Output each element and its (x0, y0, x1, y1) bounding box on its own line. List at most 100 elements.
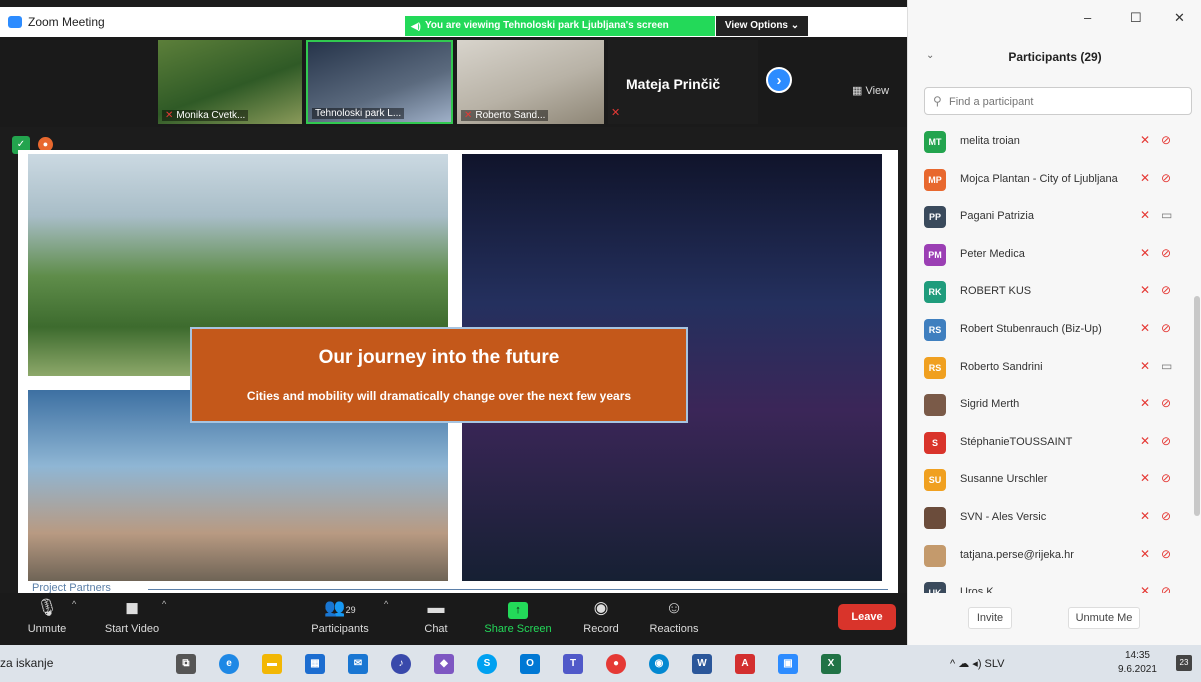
video-off-icon[interactable]: ⊘ (1161, 171, 1171, 185)
chevron-up-icon[interactable]: ^ (950, 658, 955, 670)
video-on-icon[interactable]: ▭ (1161, 359, 1172, 373)
participant-row[interactable]: tatjana.perse@rijeka.hr ✕ ⊘ (908, 537, 1192, 574)
chevron-up-icon[interactable]: ^ (72, 599, 76, 609)
participant-row[interactable]: PP Pagani Patrizia ✕ ▭ (908, 198, 1192, 235)
grid-icon: ▦ (852, 85, 863, 97)
app-icon[interactable]: ◆ (434, 654, 454, 674)
record-button[interactable]: ◉ Record (578, 593, 624, 645)
reactions-button[interactable]: ☺ Reactions (646, 593, 702, 645)
participant-row[interactable]: RS Roberto Sandrini ✕ ▭ (908, 349, 1192, 386)
avatar: SU (924, 469, 946, 492)
participant-row[interactable]: RS Robert Stubenrauch (Biz-Up) ✕ ⊘ (908, 311, 1192, 348)
clock[interactable]: 14:35 9.6.2021 (1118, 649, 1157, 677)
leave-button[interactable]: Leave (838, 604, 896, 630)
excel-icon[interactable]: X (821, 654, 841, 674)
video-off-icon[interactable]: ⊘ (1161, 246, 1171, 260)
video-off-icon[interactable]: ⊘ (1161, 133, 1171, 147)
participant-row[interactable]: MP Mojca Plantan - City of Ljubljana ✕ ⊘ (908, 161, 1192, 198)
video-off-icon[interactable]: ⊘ (1161, 283, 1171, 297)
media-icon[interactable]: ♪ (391, 654, 411, 674)
mic-muted-icon[interactable]: ✕ (1140, 171, 1150, 185)
taskbar-search[interactable]: za iskanje (0, 656, 53, 670)
skype-icon[interactable]: S (477, 654, 497, 674)
video-tile-no-video[interactable]: Mateja Prinčič ✕ (608, 40, 758, 124)
participant-search-input[interactable] (949, 92, 1184, 112)
tile-big-name: Mateja Prinčič (626, 76, 721, 92)
mic-muted-icon[interactable]: ✕ (1140, 133, 1150, 147)
participants-button[interactable]: 👥29 Participants ^ (306, 593, 388, 645)
participant-row[interactable]: UK Uros K ✕ ⊘ (908, 574, 1192, 593)
acrobat-icon[interactable]: A (735, 654, 755, 674)
notification-center-icon[interactable]: 23 (1176, 655, 1192, 671)
zoom-logo-icon (8, 16, 22, 28)
mic-muted-icon[interactable]: ✕ (1140, 246, 1150, 260)
video-off-icon[interactable]: ⊘ (1161, 509, 1171, 523)
mic-muted-icon[interactable]: ✕ (1140, 547, 1150, 561)
mic-muted-icon[interactable]: ✕ (1140, 396, 1150, 410)
video-tile[interactable]: ✕ Monika Cvetk... (158, 40, 302, 124)
mic-muted-icon[interactable]: ✕ (1140, 584, 1150, 593)
app-icon[interactable]: ◉ (649, 654, 669, 674)
mail-icon[interactable]: ✉ (348, 654, 368, 674)
windows-taskbar: za iskanje ⧉ e ▬ ▦ ✉ ♪ ◆ S O T ● ◉ W A ▣… (0, 645, 1201, 682)
participant-search[interactable]: ⚲ (924, 87, 1192, 115)
next-page-button[interactable]: › (766, 67, 792, 93)
mic-muted-icon[interactable]: ✕ (1140, 359, 1150, 373)
participant-name: Robert Stubenrauch (Biz-Up) (960, 323, 1102, 335)
video-off-icon[interactable]: ⊘ (1161, 434, 1171, 448)
volume-icon[interactable]: ◂) (972, 658, 981, 670)
chevron-up-icon[interactable]: ^ (162, 599, 166, 609)
participant-row[interactable]: SU Susanne Urschler ✕ ⊘ (908, 461, 1192, 498)
tile-name-label: ✕ Monika Cvetk... (162, 110, 249, 121)
video-off-icon[interactable]: ⊘ (1161, 547, 1171, 561)
video-off-icon[interactable]: ⊘ (1161, 321, 1171, 335)
network-icon[interactable]: ☁ (958, 658, 969, 670)
view-options-button[interactable]: View Options ⌄ (716, 16, 808, 36)
video-off-icon[interactable]: ⊘ (1161, 396, 1171, 410)
mic-muted-icon[interactable]: ✕ (1140, 471, 1150, 485)
start-video-button[interactable]: ◼ Start Video ^ (100, 593, 166, 645)
language-indicator[interactable]: SLV (985, 658, 1005, 670)
chat-button[interactable]: ▬ Chat (418, 593, 454, 645)
video-off-icon[interactable]: ⊘ (1161, 584, 1171, 593)
mic-muted-icon[interactable]: ✕ (1140, 321, 1150, 335)
mic-muted-icon[interactable]: ✕ (1140, 509, 1150, 523)
participant-row[interactable]: Sigrid Merth ✕ ⊘ (908, 386, 1192, 423)
system-tray[interactable]: ^ ☁ ◂) SLV (950, 657, 1005, 670)
video-tile[interactable]: ✕ Roberto Sand... (457, 40, 604, 124)
task-view-icon[interactable]: ⧉ (176, 654, 196, 674)
close-button[interactable]: ✕ (1174, 10, 1185, 26)
video-tile-active-speaker[interactable]: Tehnoloski park L... (306, 40, 453, 124)
clock-time: 14:35 (1124, 650, 1150, 661)
maximize-button[interactable]: ☐ (1130, 10, 1142, 26)
participants-icon: 👥 (324, 598, 346, 617)
invite-button[interactable]: Invite (968, 607, 1012, 629)
view-button[interactable]: ▦ View (852, 84, 889, 97)
participant-row[interactable]: SVN - Ales Versic ✕ ⊘ (908, 499, 1192, 536)
teams-icon[interactable]: T (563, 654, 583, 674)
video-on-icon[interactable]: ▭ (1161, 208, 1172, 222)
chevron-up-icon[interactable]: ^ (384, 599, 388, 609)
participant-row[interactable]: S StéphanieTOUSSAINT ✕ ⊘ (908, 424, 1192, 461)
word-icon[interactable]: W (692, 654, 712, 674)
scrollbar[interactable] (1194, 296, 1200, 516)
mic-muted-icon[interactable]: ✕ (1140, 434, 1150, 448)
share-screen-button[interactable]: ↑ Share Screen (480, 593, 556, 645)
tile-name-label: ✕ Roberto Sand... (461, 110, 549, 121)
participant-row[interactable]: PM Peter Medica ✕ ⊘ (908, 236, 1192, 273)
file-explorer-icon[interactable]: ▬ (262, 654, 282, 674)
mic-muted-icon[interactable]: ✕ (1140, 208, 1150, 222)
minimize-button[interactable]: – (1084, 10, 1091, 25)
zoom-taskbar-icon[interactable]: ▣ (778, 654, 798, 674)
participant-row[interactable]: MT melita troian ✕ ⊘ (908, 123, 1192, 160)
unmute-me-button[interactable]: Unmute Me (1068, 607, 1140, 629)
participant-row[interactable]: RK ROBERT KUS ✕ ⊘ (908, 273, 1192, 310)
store-icon[interactable]: ▦ (305, 654, 325, 674)
outlook-icon[interactable]: O (520, 654, 540, 674)
participant-name: ROBERT KUS (960, 285, 1032, 298)
unmute-button[interactable]: 🎙 Unmute ^ (22, 593, 77, 645)
video-off-icon[interactable]: ⊘ (1161, 471, 1171, 485)
chrome-icon[interactable]: ● (606, 654, 626, 674)
mic-muted-icon[interactable]: ✕ (1140, 283, 1150, 297)
edge-icon[interactable]: e (219, 654, 239, 674)
